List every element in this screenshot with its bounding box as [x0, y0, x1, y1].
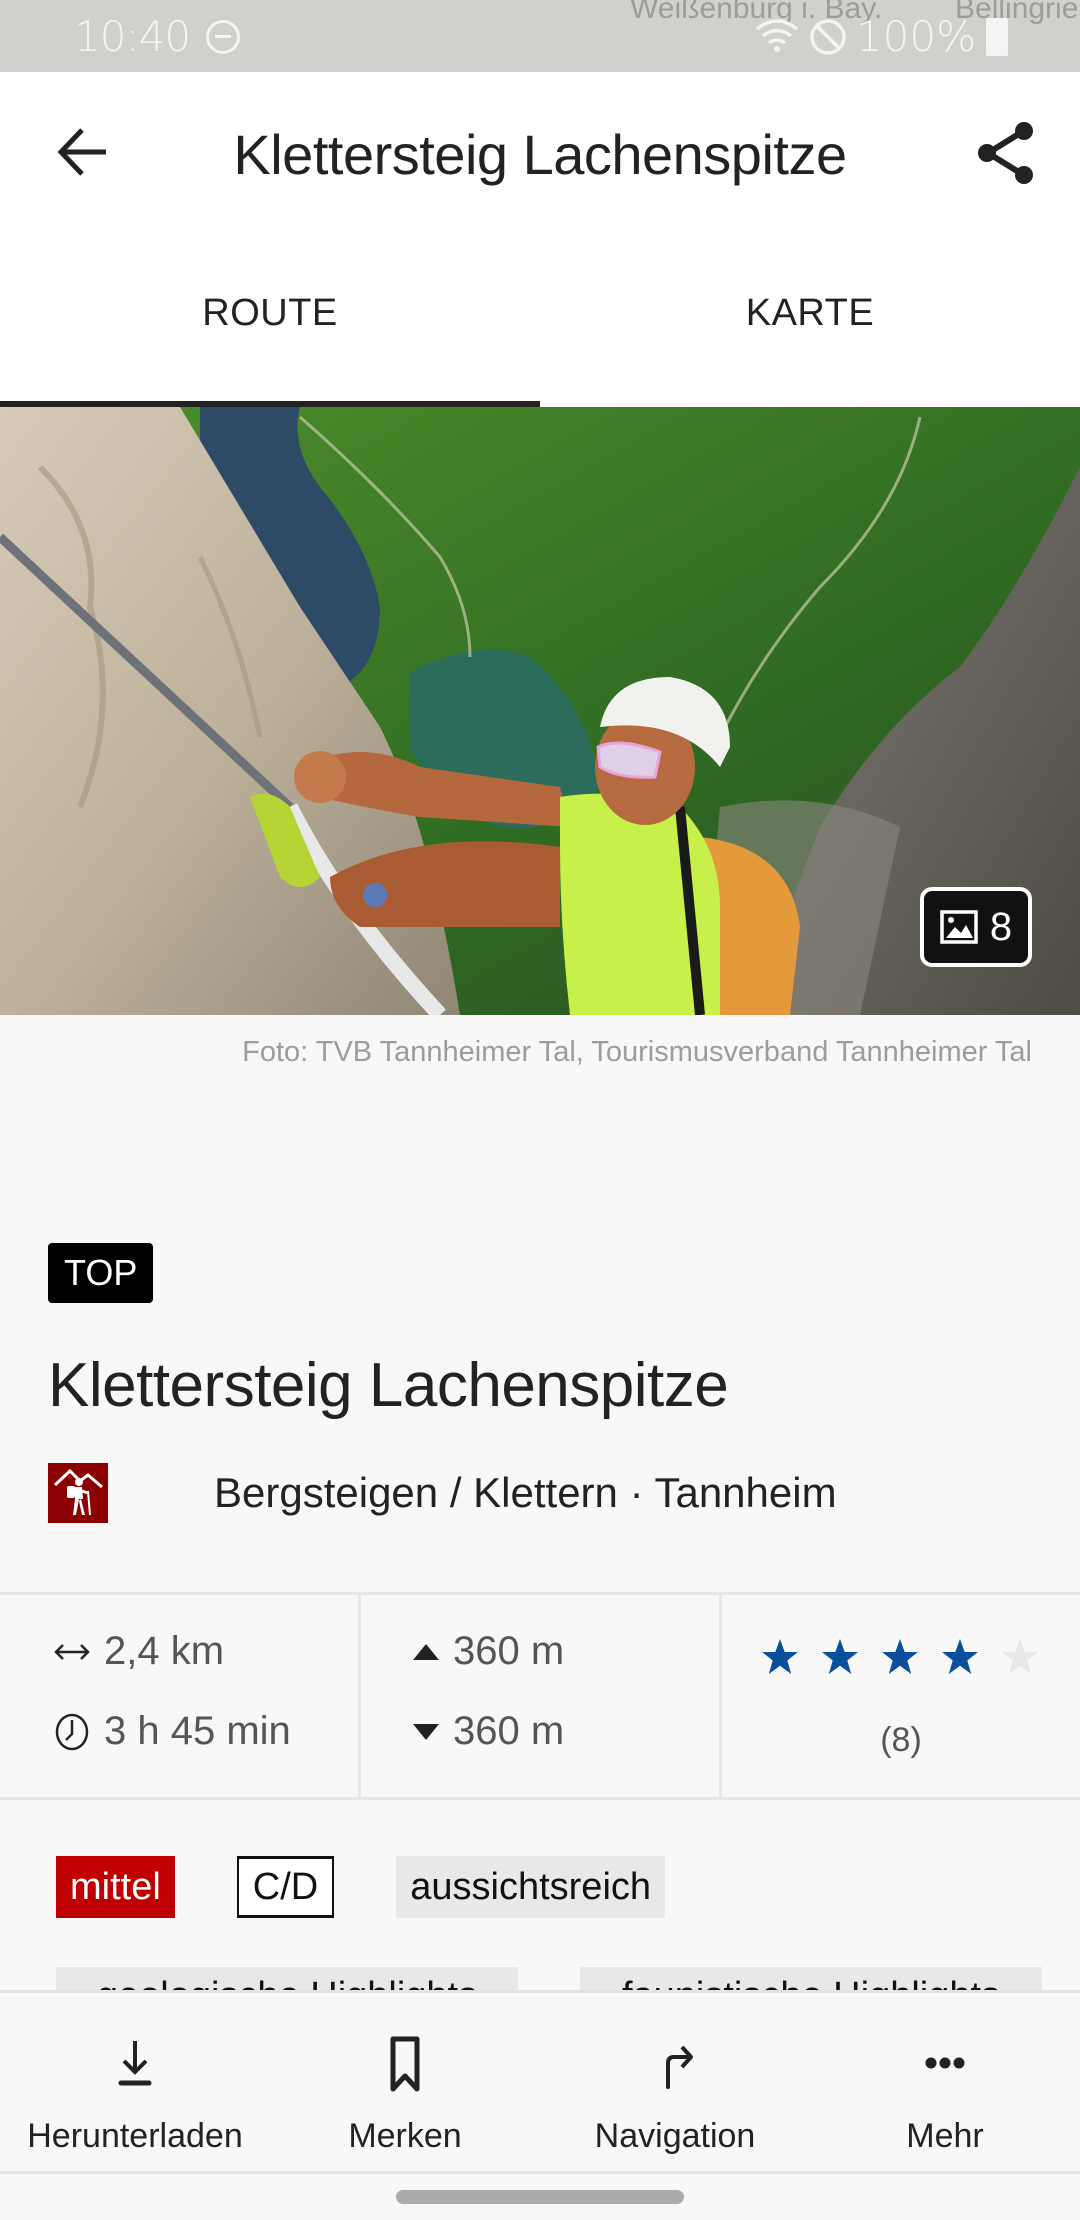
navigation-button[interactable]: Navigation	[540, 1993, 810, 2171]
battery-percent: 100%	[855, 12, 976, 61]
page-title: Klettersteig Lachenspitze	[233, 123, 847, 186]
climber-photo	[0, 407, 1080, 1015]
bookmark-icon	[390, 2036, 420, 2092]
nav-label: Herunterladen	[27, 2117, 243, 2155]
nav-label: Merken	[348, 2117, 462, 2155]
stats-elevation: 360 m 360 m	[358, 1595, 719, 1797]
distance-arrows-icon	[54, 1643, 90, 1660]
route-title: Klettersteig Lachenspitze	[48, 1351, 729, 1420]
do-not-disturb-icon	[206, 20, 240, 54]
tab-bar: ROUTE KARTE	[0, 242, 1080, 407]
more-button[interactable]: Mehr	[810, 1993, 1080, 2171]
screen: Weißenburg i. Bay. Bellingries 10:40 100…	[0, 0, 1080, 2220]
star-filled-icon	[942, 1639, 978, 1674]
hiker-mountain-icon	[48, 1463, 108, 1523]
ascent-stat: 360 m	[411, 1629, 564, 1674]
distance-value: 2,4 km	[104, 1629, 225, 1673]
blocked-icon	[810, 18, 846, 55]
gallery-button[interactable]: 8	[920, 887, 1032, 967]
nav-label: Mehr	[906, 2117, 984, 2155]
star-empty-icon	[1002, 1639, 1038, 1674]
tag-property: aussichtsreich	[396, 1856, 666, 1918]
tab-karte[interactable]: KARTE	[540, 242, 1080, 407]
distance-stat: 2,4 km	[52, 1629, 224, 1674]
more-horizontal-icon	[925, 2057, 965, 2069]
duration-stat: 3 h 45 min	[52, 1709, 291, 1754]
gallery-count: 8	[989, 904, 1013, 949]
tag-difficulty: mittel	[56, 1856, 175, 1918]
top-badge: TOP	[48, 1243, 154, 1303]
tag-grade: C/D	[236, 1856, 335, 1918]
descent-triangle-icon	[413, 1723, 439, 1740]
status-time: 10:40	[74, 12, 191, 61]
category-row: Bergsteigen / Klettern · Tannheim	[48, 1463, 837, 1523]
rating-count: (8)	[880, 1721, 922, 1759]
stats-distance-duration: 2,4 km 3 h 45 min	[0, 1595, 358, 1797]
clock-icon	[55, 1713, 89, 1750]
bookmark-button[interactable]: Merken	[270, 1993, 540, 2171]
descent-stat: 360 m	[411, 1709, 564, 1754]
ascent-triangle-icon	[413, 1643, 439, 1660]
app-bar: Klettersteig Lachenspitze	[0, 72, 1080, 242]
star-rating	[760, 1637, 1040, 1677]
hero-image[interactable]: 8	[0, 407, 1080, 1015]
descent-value: 360 m	[453, 1709, 565, 1753]
share-icon[interactable]	[972, 118, 1042, 188]
status-bar: Weißenburg i. Bay. Bellingries 10:40 100…	[0, 0, 1080, 72]
wifi-icon	[755, 18, 799, 52]
turn-right-icon	[666, 2045, 693, 2089]
image-icon	[940, 910, 978, 944]
bottom-action-bar: Herunterladen Merken Navigation Mehr	[0, 1990, 1080, 2174]
download-button[interactable]: Herunterladen	[0, 1993, 270, 2171]
stats-panel: 2,4 km 3 h 45 min 360 m 360 m (8)	[0, 1592, 1080, 1800]
star-filled-icon	[882, 1639, 918, 1674]
ascent-value: 360 m	[453, 1629, 565, 1673]
stats-rating[interactable]: (8)	[719, 1595, 1080, 1797]
star-filled-icon	[822, 1639, 858, 1674]
tag-list: mittel C/D aussichtsreich	[56, 1856, 666, 1918]
duration-value: 3 h 45 min	[104, 1709, 291, 1753]
nav-label: Navigation	[594, 2117, 756, 2155]
download-icon	[118, 2041, 152, 2086]
tab-route[interactable]: ROUTE	[0, 242, 540, 407]
photo-credit: Foto: TVB Tannheimer Tal, Tourismusverba…	[242, 1036, 1032, 1068]
star-filled-icon	[762, 1639, 798, 1674]
home-indicator[interactable]	[396, 2190, 684, 2204]
category-text: Bergsteigen / Klettern · Tannheim	[214, 1469, 837, 1516]
battery-icon	[986, 18, 1008, 56]
status-right: 100%	[754, 12, 976, 61]
